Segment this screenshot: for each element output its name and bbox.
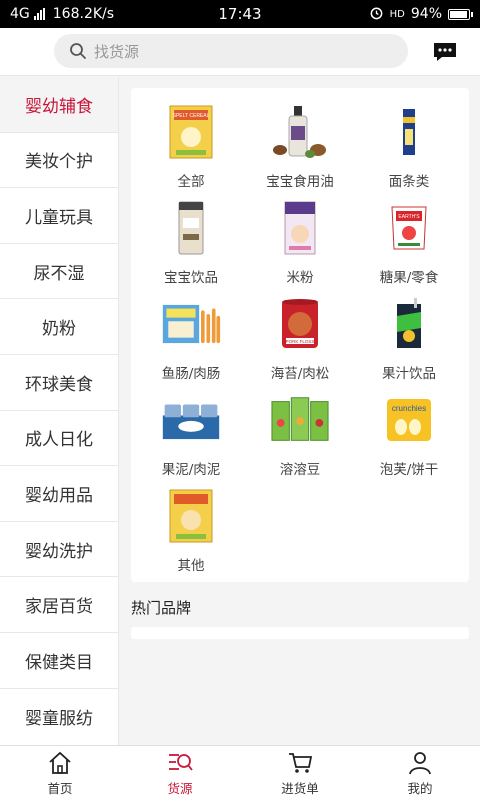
sidebar-item-adult-daily[interactable]: 成人日化 [0, 411, 118, 467]
subcategory-seaweed-floss[interactable]: PORK FLOSS 海苔/肉松 [244, 288, 356, 384]
category-content: SPELT CEREAL 全部 宝宝食用油 面条类 宝宝饮品 米粉 EARTH'… [119, 77, 480, 745]
crunchies-bag-image: crunchies [379, 390, 439, 450]
sidebar-item-beauty[interactable]: 美妆个护 [0, 133, 118, 189]
user-icon [409, 751, 431, 774]
subcategory-label: 全部 [177, 174, 205, 190]
tab-cart-label: 进货单 [281, 780, 319, 796]
melts-bags-image [270, 390, 330, 450]
noodle-pack-image [379, 102, 439, 162]
subcategory-label: 海苔/肉松 [270, 366, 330, 382]
cereal-box-image: SPELT CEREAL [161, 102, 221, 162]
sidebar-item-health[interactable]: 保健类目 [0, 633, 118, 689]
subcategory-label: 其他 [177, 558, 205, 574]
top-header: 找货源 [0, 28, 480, 76]
hot-brands-title: 热门品牌 [131, 599, 192, 617]
subcategory-other[interactable]: 其他 [135, 480, 247, 576]
subcategory-label: 果泥/肉泥 [161, 462, 221, 478]
subcategory-puree[interactable]: 果泥/肉泥 [135, 384, 247, 480]
tab-home-label: 首页 [47, 780, 73, 796]
subcategory-grid: SPELT CEREAL 全部 宝宝食用油 面条类 宝宝饮品 米粉 EARTH'… [131, 88, 469, 582]
vowifi-label: HD [389, 8, 405, 20]
battery-icon [448, 8, 473, 20]
hot-brands-list [131, 627, 469, 639]
cart-icon [289, 752, 313, 773]
subcategory-baby-drinks[interactable]: 宝宝饮品 [135, 192, 247, 288]
subcategory-juice[interactable]: 果汁饮品 [353, 288, 465, 384]
cereal-box-image [161, 486, 221, 546]
subcategory-fish-sausage[interactable]: 鱼肠/肉肠 [135, 288, 247, 384]
juice-box-image [379, 294, 439, 354]
subcategory-label: 糖果/零食 [379, 270, 439, 286]
tab-home[interactable]: 首页 [0, 746, 120, 800]
search-input[interactable]: 找货源 [94, 41, 139, 62]
sidebar-item-global-food[interactable]: 环球美食 [0, 355, 118, 411]
snack-bag-text: EARTH'S [398, 214, 420, 220]
snack-bag-image: EARTH'S [379, 198, 439, 258]
oil-bottle-image [270, 102, 330, 162]
network-speed: 168.2K/s [52, 6, 115, 22]
rice-cereal-image [270, 198, 330, 258]
sausage-pack-image [161, 294, 221, 354]
message-icon[interactable] [432, 41, 458, 63]
search-icon [68, 41, 88, 61]
subcategory-candy-snacks[interactable]: EARTH'S 糖果/零食 [353, 192, 465, 288]
tab-source[interactable]: 货源 [120, 746, 240, 800]
source-icon [169, 753, 193, 771]
status-bar: 4G 168.2K/s 17:43 HD 94% [0, 0, 480, 28]
sidebar-item-toys[interactable]: 儿童玩具 [0, 188, 118, 244]
sidebar-item-milk-powder[interactable]: 奶粉 [0, 299, 118, 355]
subcategory-label: 宝宝饮品 [164, 270, 218, 286]
subcategory-baby-oil[interactable]: 宝宝食用油 [244, 96, 356, 192]
tab-cart[interactable]: 进货单 [240, 746, 360, 800]
tab-mine-label: 我的 [407, 780, 433, 796]
subcategory-melts[interactable]: 溶溶豆 [244, 384, 356, 480]
subcategory-all[interactable]: SPELT CEREAL 全部 [135, 96, 247, 192]
cereal-box-text: SPELT CEREAL [173, 113, 210, 119]
network-type: 4G [10, 6, 30, 22]
subcategory-label: 宝宝食用油 [266, 174, 334, 190]
sidebar-item-baby-care[interactable]: 婴幼洗护 [0, 522, 118, 578]
search-bar[interactable]: 找货源 [54, 34, 408, 68]
subcategory-label: 米粉 [286, 270, 314, 286]
subcategory-label: 面条类 [388, 174, 430, 190]
sidebar-item-kids-clothing[interactable]: 婴童服纺 [0, 689, 118, 745]
signal-icon [33, 8, 45, 20]
alarm-icon [369, 5, 384, 24]
subcategory-label: 泡芙/饼干 [379, 462, 439, 478]
sidebar-item-baby-supplies[interactable]: 婴幼用品 [0, 466, 118, 522]
sidebar-item-diapers[interactable]: 尿不湿 [0, 244, 118, 300]
subcategory-label: 溶溶豆 [279, 462, 321, 478]
category-sidebar: 婴幼辅食 美妆个护 儿童玩具 尿不湿 奶粉 环球美食 成人日化 婴幼用品 婴幼洗… [0, 77, 119, 745]
subcategory-rice-cereal[interactable]: 米粉 [244, 192, 356, 288]
floss-can-image: PORK FLOSS [270, 294, 330, 354]
battery-percent: 94% [410, 6, 442, 22]
subcategory-puffs-biscuits[interactable]: crunchies 泡芙/饼干 [353, 384, 465, 480]
tab-source-label: 货源 [167, 780, 193, 796]
drink-can-image [161, 198, 221, 258]
sidebar-item-baby-food[interactable]: 婴幼辅食 [0, 77, 118, 133]
crunchies-bag-text: crunchies [392, 404, 426, 413]
sidebar-item-household[interactable]: 家居百货 [0, 577, 118, 633]
status-time: 17:43 [218, 5, 262, 23]
puree-jars-image [161, 390, 221, 450]
tab-mine[interactable]: 我的 [360, 746, 480, 800]
subcategory-label: 鱼肠/肉肠 [161, 366, 221, 382]
subcategory-label: 果汁饮品 [382, 366, 436, 382]
subcategory-noodles[interactable]: 面条类 [353, 96, 465, 192]
bottom-tab-bar: 首页 货源 进货单 我的 [0, 745, 480, 800]
floss-can-text: PORK FLOSS [286, 339, 315, 344]
home-icon [49, 751, 71, 774]
